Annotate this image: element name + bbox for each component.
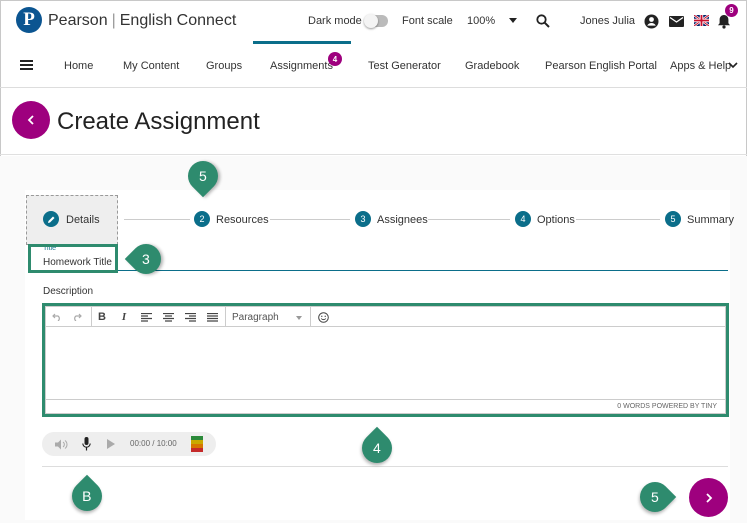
- step-connector: [124, 219, 190, 220]
- back-button[interactable]: [12, 101, 50, 139]
- step-connector: [576, 219, 660, 220]
- font-scale-label: Font scale: [402, 15, 453, 27]
- next-button[interactable]: [689, 478, 728, 517]
- volume-icon[interactable]: [54, 437, 68, 451]
- audio-recorder: [42, 432, 216, 456]
- user-name[interactable]: Jones Julia: [580, 15, 635, 27]
- font-scale-value[interactable]: 100%: [467, 15, 495, 27]
- nav-item-assignments[interactable]: Assignments: [270, 60, 333, 72]
- nav-item-pearson-english-portal[interactable]: Pearson English Portal: [545, 60, 657, 72]
- dark-mode-label: Dark mode: [308, 15, 362, 27]
- nav-item-home[interactable]: Home: [64, 60, 93, 72]
- play-icon[interactable]: [106, 438, 116, 450]
- audio-time: 00:00 / 10:00: [130, 439, 177, 448]
- nav-item-groups[interactable]: Groups: [206, 60, 242, 72]
- apps-help-chevron-down-icon[interactable]: [728, 61, 738, 69]
- mail-icon[interactable]: [668, 14, 684, 28]
- step-resources-number[interactable]: 2: [194, 211, 210, 227]
- nav-item-gradebook[interactable]: Gradebook: [465, 60, 519, 72]
- search-icon[interactable]: [535, 13, 551, 29]
- step-options-number[interactable]: 4: [515, 211, 531, 227]
- callout-marker-label: B: [82, 488, 92, 504]
- notifications-badge: 9: [725, 4, 738, 17]
- chevron-right-icon: [705, 492, 712, 503]
- callout-marker-label: 3: [142, 251, 150, 268]
- brand-separator: |: [111, 12, 116, 29]
- callout-marker-label: 4: [373, 439, 381, 456]
- nav-item-apps-help[interactable]: Apps & Help: [670, 60, 731, 72]
- editor-callout-box: [42, 303, 729, 417]
- dark-mode-toggle[interactable]: [364, 14, 388, 28]
- audio-level-meter: [191, 436, 203, 452]
- brand-product: English Connect: [119, 12, 237, 29]
- page-title: Create Assignment: [57, 108, 260, 135]
- step-connector: [428, 219, 510, 220]
- assignments-badge: 4: [328, 52, 342, 66]
- step-summary-number[interactable]: 5: [665, 211, 681, 227]
- step-details-label[interactable]: Details: [66, 214, 100, 226]
- title-callout-box: [28, 244, 118, 273]
- nav-active-indicator: [253, 41, 351, 44]
- step-assignees-number[interactable]: 3: [355, 211, 371, 227]
- step-details-pencil-icon[interactable]: [43, 211, 59, 227]
- hamburger-menu-icon[interactable]: [19, 59, 33, 71]
- uk-flag-icon[interactable]: [693, 14, 709, 26]
- step-summary-label[interactable]: Summary: [687, 214, 734, 226]
- form-divider: [42, 466, 728, 467]
- nav-item-test-generator[interactable]: Test Generator: [368, 60, 441, 72]
- description-label: Description: [43, 286, 94, 297]
- brand-title: Pearson | English Connect: [48, 12, 236, 30]
- callout-marker-label: 5: [199, 168, 207, 185]
- brand-name: Pearson: [48, 12, 108, 29]
- nav-item-my-content[interactable]: My Content: [123, 60, 179, 72]
- callout-marker-label: 5: [651, 488, 659, 505]
- step-connector: [270, 219, 350, 220]
- step-assignees-label[interactable]: Assignees: [377, 214, 428, 226]
- chevron-left-icon: [27, 115, 34, 125]
- step-options-label[interactable]: Options: [537, 214, 575, 226]
- step-resources-label[interactable]: Resources: [216, 214, 269, 226]
- font-scale-chevron-down-icon[interactable]: [509, 18, 517, 23]
- account-icon[interactable]: [643, 13, 659, 29]
- microphone-icon[interactable]: [80, 436, 92, 452]
- pearson-logo[interactable]: P: [16, 7, 42, 33]
